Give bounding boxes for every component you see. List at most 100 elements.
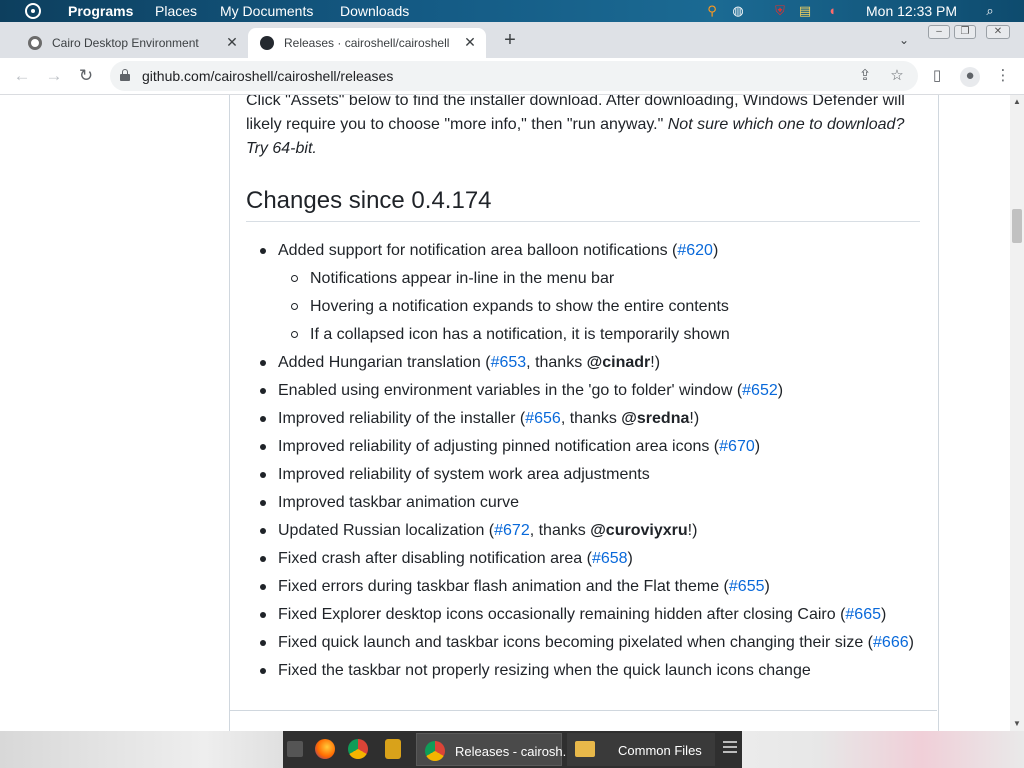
browser-toolbar: ← → ↻ github.com/cairoshell/cairoshell/r… [0,58,1024,95]
item-text: Updated Russian localization ( [278,522,495,539]
item-text: !) [650,354,661,371]
item-text: !) [687,522,698,539]
maximize-button[interactable]: ❐ [954,25,976,39]
cairo-icon [28,36,42,50]
item-text: Improved taskbar animation curve [278,494,519,511]
item-text: Fixed the taskbar not properly resizing … [278,662,811,679]
list-item: Fixed the taskbar not properly resizing … [260,660,811,682]
chrome-icon[interactable] [348,739,368,759]
github-icon [260,36,274,50]
chevron-down-icon[interactable]: ⌄ [896,32,912,48]
files-icon[interactable] [385,739,401,759]
chrome-icon [425,741,445,761]
cairo-menu-icon[interactable] [25,3,41,19]
scrollbar[interactable]: ▲ ▼ [1010,95,1024,731]
side-panel-icon[interactable]: ▯ [928,67,946,85]
issue-link[interactable]: #620 [677,242,713,259]
url-text[interactable]: github.com/cairoshell/cairoshell/release… [142,68,393,84]
desktop-icon[interactable] [287,741,303,757]
item-text: ) [880,606,887,623]
item-text: , thanks [529,522,591,539]
menu-bar: Programs Places My Documents Downloads ⚲… [0,0,1024,22]
network-tray-icon[interactable]: ◍ [730,3,746,19]
volume-tray-icon[interactable]: ◖ [824,3,840,19]
list-item: Improved reliability of the installer (#… [259,408,700,430]
firefox-icon[interactable] [315,739,335,759]
back-button[interactable]: ← [12,66,32,86]
list-item: Fixed crash after disabling notification… [260,548,633,570]
issue-link[interactable]: #672 [494,522,530,539]
item-text: Added support for notification area ball… [278,242,678,259]
list-item: Updated Russian localization (#672, than… [259,520,698,542]
item-text: ) [777,382,784,399]
item-text: Added Hungarian translation ( [278,354,491,371]
sub-list-item: If a collapsed icon has a notification, … [291,324,730,346]
item-text: Notifications appear in-line in the menu… [310,270,615,287]
card-divider [229,710,937,711]
menu-my-documents[interactable]: My Documents [220,2,313,20]
user-mention[interactable]: @curoviyxru [590,522,687,539]
list-item: Fixed Explorer desktop icons occasionall… [259,604,887,626]
item-text: ) [712,242,719,259]
task-common-files[interactable]: Common Files [567,733,715,766]
close-icon[interactable]: ✕ [462,34,478,50]
shield-tray-icon[interactable]: ⛨ [772,3,788,19]
address-bar[interactable]: github.com/cairoshell/cairoshell/release… [110,61,918,91]
share-icon[interactable]: ⇪ [856,67,874,85]
profile-avatar[interactable]: ● [960,67,980,87]
close-icon[interactable]: ✕ [224,34,240,50]
close-window-button[interactable]: ✕ [986,25,1010,39]
task-releases-chrome[interactable]: Releases - cairosh... [416,733,574,766]
menu-downloads[interactable]: Downloads [340,2,409,20]
search-icon[interactable]: ⌕ [982,3,998,19]
issue-link[interactable]: #658 [592,550,628,567]
item-text: Fixed Explorer desktop icons occasionall… [278,606,846,623]
task-label: Releases - cairosh... [455,744,574,759]
issue-link[interactable]: #665 [845,606,881,623]
issue-link[interactable]: #670 [719,438,755,455]
menu-programs[interactable]: Programs [68,2,133,20]
issue-link[interactable]: #655 [729,578,765,595]
heading-divider [246,221,920,222]
list-item: Improved taskbar animation curve [260,492,519,514]
taskbar-menu-icon[interactable] [723,741,737,755]
scroll-up-arrow[interactable]: ▲ [1010,95,1024,109]
tab-title: Releases · cairoshell/cairoshell [284,36,450,50]
scroll-down-arrow[interactable]: ▼ [1010,717,1024,731]
item-text: Improved reliability of system work area… [278,466,650,483]
issue-link[interactable]: #656 [525,410,561,427]
new-tab-button[interactable]: + [500,30,520,50]
minimize-button[interactable]: – [928,25,950,39]
scroll-thumb[interactable] [1012,209,1022,243]
menu-places[interactable]: Places [155,2,197,20]
issue-link[interactable]: #652 [742,382,778,399]
item-text: ) [908,634,914,651]
more-menu-icon[interactable]: ⋮ [994,67,1012,85]
item-text: ) [754,438,761,455]
task-label: Common Files [618,743,702,758]
issue-link[interactable]: #666 [873,634,909,651]
user-mention[interactable]: @sredna [621,410,689,427]
bookmark-star-icon[interactable]: ☆ [888,67,906,85]
list-item: Fixed errors during taskbar flash animat… [260,576,770,598]
item-text: Fixed quick launch and taskbar icons bec… [278,634,874,651]
user-mention[interactable]: @cinadr [587,354,651,371]
clock[interactable]: Mon 12:33 PM [866,2,957,20]
clipboard-tray-icon[interactable]: ▤ [797,3,813,19]
item-text: Enabled using environment variables in t… [278,382,743,399]
issue-link[interactable]: #653 [491,354,527,371]
search-tray-icon[interactable]: ⚲ [704,3,720,19]
list-item: Improved reliability of system work area… [260,464,650,486]
item-text: Fixed errors during taskbar flash animat… [278,578,729,595]
forward-button[interactable]: → [44,66,64,86]
tab-cairo-desktop[interactable]: Cairo Desktop Environment ✕ [8,28,244,58]
item-text: , thanks [560,410,622,427]
item-text: Improved reliability of the installer ( [278,410,526,427]
list-item: Added Hungarian translation (#653, thank… [259,352,661,374]
item-text: !) [689,410,700,427]
list-item: Fixed quick launch and taskbar icons bec… [260,632,914,654]
tab-releases[interactable]: Releases · cairoshell/cairoshell ✕ [248,28,486,58]
lock-icon[interactable] [120,69,130,81]
item-text: , thanks [526,354,587,371]
reload-button[interactable]: ↻ [76,66,96,86]
